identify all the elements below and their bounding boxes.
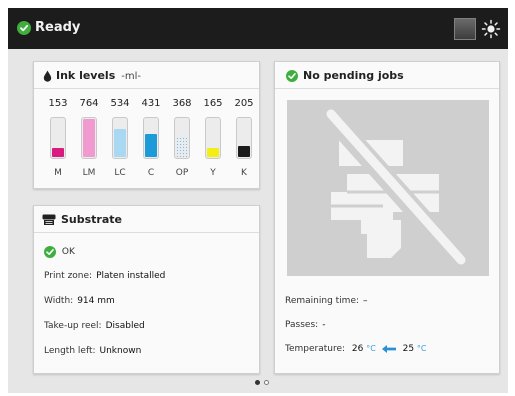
ink-cartridge[interactable] [143, 117, 159, 159]
ink-color-label: LM [82, 168, 96, 178]
length-left-label: Length left: [44, 346, 96, 356]
passes-row: Passes: - [285, 320, 325, 330]
width-label: Width: [44, 296, 74, 306]
substrate-panel[interactable]: Substrate OK Print zone: Platen installed… [33, 205, 260, 374]
remaining-time-value: – [363, 296, 368, 306]
ink-level-fill [145, 134, 157, 157]
temperature-value-2: 25 [402, 344, 415, 354]
sun-icon [481, 19, 501, 39]
jobs-header: No pending jobs [275, 62, 499, 89]
ink-color-label: LC [114, 168, 126, 178]
ink-cartridge[interactable] [50, 117, 66, 159]
length-left-value: Unknown [99, 346, 142, 356]
ink-level-fill [114, 129, 126, 157]
checkmark-circle-icon [17, 21, 31, 35]
remaining-time-row: Remaining time: – [285, 296, 368, 306]
ink-color-label: M [54, 168, 62, 178]
ink-level-value: 368 [172, 98, 192, 109]
ink-color-label: C [147, 168, 155, 178]
printer-status-text: Ready [35, 20, 81, 35]
substrate-roll-icon [42, 214, 56, 225]
temperature-unit-2: °C [416, 344, 427, 353]
jobs-panel[interactable]: No pending jobs Remaining time: – Passes… [274, 61, 500, 374]
ink-levels-panel[interactable]: Ink levels -ml- 153 M 764 LM 534 LC 431 C 368 OP 16… [33, 61, 260, 189]
ink-level-value: 431 [141, 98, 161, 109]
ink-unit-label: -ml- [121, 71, 141, 82]
jobs-title: No pending jobs [303, 69, 404, 82]
page-dot-active[interactable] [255, 380, 260, 385]
print-zone-row: Print zone: Platen installed [44, 271, 165, 281]
substrate-header: Substrate [34, 206, 259, 233]
ink-cartridge[interactable] [112, 117, 128, 159]
ink-cartridge[interactable] [205, 117, 221, 159]
ink-level-fill [52, 148, 64, 157]
width-row: Width: 914 mm [44, 296, 115, 306]
print-zone-label: Print zone: [44, 271, 93, 281]
brightness-button[interactable] [480, 18, 502, 40]
ink-level-fill [207, 148, 219, 157]
ink-cartridge[interactable] [81, 117, 97, 159]
ink-level-value: 165 [203, 98, 223, 109]
ink-level-value: 153 [48, 98, 68, 109]
ink-levels-header: Ink levels -ml- [34, 62, 259, 89]
takeup-reel-row: Take-up reel: Disabled [44, 321, 145, 331]
checkmark-circle-icon [286, 70, 298, 82]
status-bar[interactable]: Ready [8, 8, 508, 49]
temperature-row: Temperature: 26 °C 25 °C [285, 344, 427, 354]
takeup-reel-value: Disabled [105, 321, 145, 331]
passes-label: Passes: [285, 320, 319, 330]
temperature-label: Temperature: [285, 344, 346, 354]
ink-level-fill [238, 146, 250, 157]
takeup-reel-label: Take-up reel: [44, 321, 102, 331]
square-button[interactable] [454, 18, 476, 40]
ink-level-fill [83, 119, 95, 157]
temperature-unit-1: °C [366, 344, 376, 353]
ink-cartridge[interactable] [174, 117, 190, 159]
page-dot-inactive[interactable] [264, 380, 269, 385]
printer-front-panel: Ready Ink levels -ml- 153 M 764 LM 534 LC 431 C 3… [8, 8, 508, 393]
ink-color-label: K [241, 168, 247, 178]
length-left-row: Length left: Unknown [44, 346, 141, 356]
width-value: 914 mm [77, 296, 115, 306]
ink-levels-title: Ink levels -ml- [56, 69, 141, 82]
airflow-arrow-icon [381, 344, 396, 353]
ink-level-value: 205 [234, 98, 254, 109]
ink-drop-icon [43, 70, 52, 82]
passes-value: - [322, 320, 326, 330]
ink-level-value: 764 [79, 98, 99, 109]
ink-cartridge[interactable] [236, 117, 252, 159]
temperature-value-1: 26 [351, 344, 364, 354]
no-jobs-printer-icon [287, 100, 489, 276]
substrate-status-row: OK [44, 246, 75, 258]
print-zone-value: Platen installed [96, 271, 166, 281]
checkmark-circle-icon [44, 246, 56, 258]
substrate-status-text: OK [61, 247, 75, 257]
ink-color-label: Y [210, 168, 216, 178]
ink-color-label: OP [175, 168, 189, 178]
ink-level-fill [176, 137, 188, 157]
substrate-title: Substrate [61, 213, 122, 226]
ink-level-value: 534 [110, 98, 130, 109]
remaining-time-label: Remaining time: [285, 296, 360, 306]
